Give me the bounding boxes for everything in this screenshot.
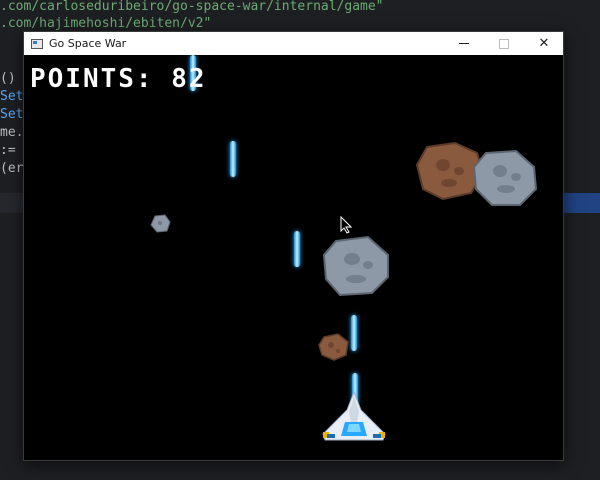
desktop-screen: .com/carloseduribeiro/go-space-war/inter…	[0, 0, 600, 480]
game-window[interactable]: Go Space War ✕ POINTS: 82	[23, 31, 564, 461]
laser-projectile	[230, 141, 236, 177]
game-playfield[interactable]: POINTS: 82	[24, 55, 563, 460]
editor-line-1: .com/carloseduribeiro/go-space-war/inter…	[0, 0, 384, 16]
editor-line-text: Set	[0, 89, 24, 104]
editor-line-text: (er	[0, 161, 24, 176]
meteor-brown-icon	[318, 333, 349, 361]
editor-line-text: Set	[0, 107, 24, 122]
laser-projectile	[294, 231, 300, 267]
meteor-gray-icon	[322, 235, 389, 297]
editor-line-text: :=	[0, 143, 16, 158]
editor-selection	[563, 193, 600, 213]
editor-line-text: ()	[0, 71, 16, 86]
editor-line-3: ()	[0, 70, 16, 88]
editor-line-text: .com/carloseduribeiro/go-space-war/inter…	[0, 0, 384, 14]
mouse-cursor-icon	[340, 216, 352, 234]
maximize-button[interactable]	[484, 32, 524, 55]
window-titlebar[interactable]: Go Space War ✕	[24, 32, 563, 55]
editor-line-text: .com/hajimehoshi/ebiten/v2"	[0, 16, 212, 31]
editor-line-7: :=	[0, 142, 16, 160]
score-label: POINTS: 82	[30, 64, 207, 94]
meteor-gray-icon	[472, 149, 538, 206]
player-ship-icon	[322, 390, 386, 441]
app-window-icon	[31, 38, 43, 49]
editor-line-4: Set	[0, 88, 23, 106]
editor-line-text: me.	[0, 125, 24, 140]
close-button[interactable]: ✕	[524, 32, 564, 55]
maximize-icon	[499, 38, 509, 49]
close-icon: ✕	[538, 36, 550, 51]
laser-projectile	[351, 315, 357, 351]
editor-line-8: (er	[0, 160, 23, 178]
window-title: Go Space War	[49, 37, 127, 50]
meteor-gray-icon	[150, 214, 171, 233]
editor-line-6: me.	[0, 124, 23, 142]
editor-line-5: Set	[0, 106, 23, 124]
minimize-icon	[459, 43, 469, 44]
minimize-button[interactable]	[444, 32, 484, 55]
